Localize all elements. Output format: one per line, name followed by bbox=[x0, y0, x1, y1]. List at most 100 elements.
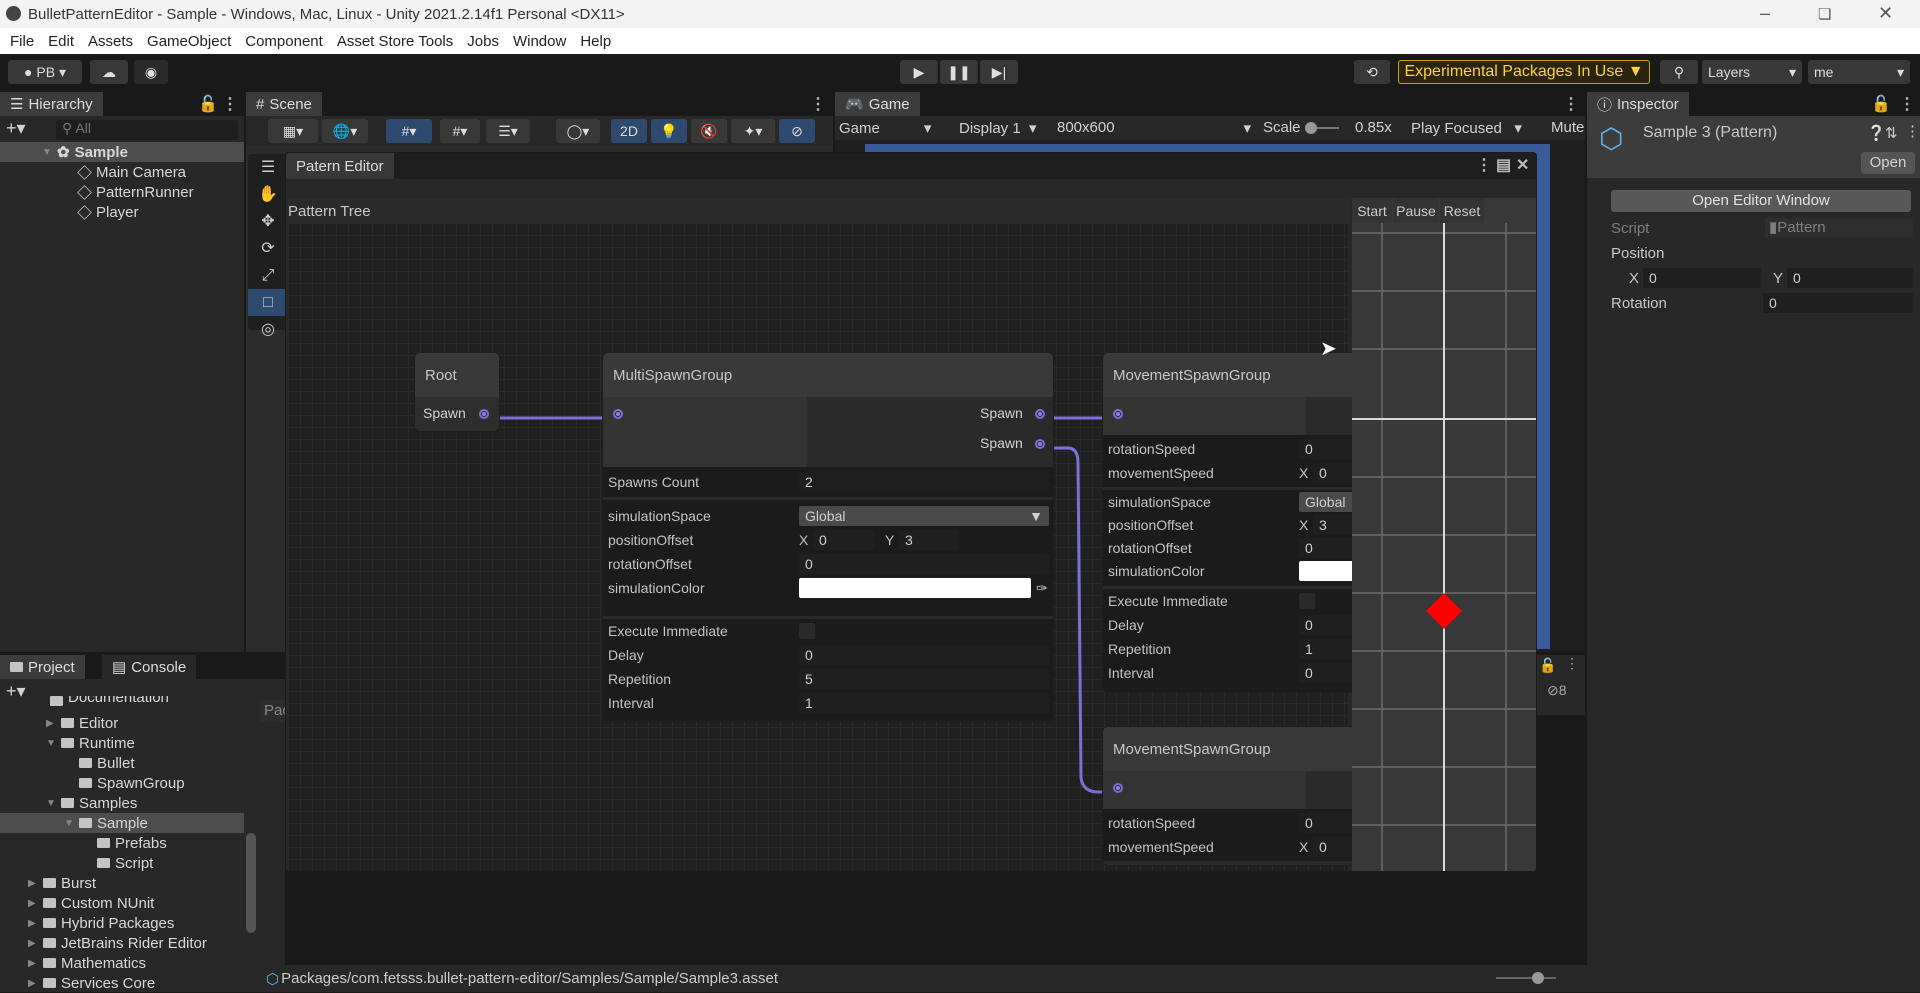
input-port[interactable] bbox=[1113, 783, 1123, 793]
2d-toggle[interactable]: 2D bbox=[611, 119, 647, 143]
lighting-toggle[interactable]: 💡 bbox=[651, 119, 687, 143]
simulation-space-dropdown[interactable]: Global ▼ bbox=[799, 506, 1049, 526]
menu-item-file[interactable]: File bbox=[10, 33, 34, 50]
menu-item-help[interactable]: Help bbox=[580, 33, 611, 50]
project-item[interactable]: Prefabs bbox=[0, 833, 244, 853]
delay-input[interactable]: 0 bbox=[799, 645, 1049, 665]
more-icon[interactable]: ⋮ bbox=[1899, 94, 1915, 114]
expand-arrow-icon[interactable]: ▶ bbox=[28, 958, 38, 969]
project-item[interactable]: ▼ Samples bbox=[0, 793, 244, 813]
pause-button[interactable]: Pause bbox=[1394, 198, 1438, 223]
icon-size-slider[interactable] bbox=[1496, 972, 1556, 984]
eyedropper-icon[interactable]: ✑ bbox=[1036, 580, 1048, 597]
output-port[interactable] bbox=[1035, 409, 1045, 419]
more-icon[interactable]: ⋮ bbox=[1476, 155, 1492, 175]
node-root[interactable]: Root Spawn bbox=[414, 352, 500, 432]
expand-arrow-icon[interactable]: ▼ bbox=[64, 818, 74, 829]
more-icon[interactable]: ⋮ bbox=[1563, 94, 1579, 114]
maximize-icon[interactable]: ▤ bbox=[1496, 155, 1511, 175]
resolution-dropdown[interactable]: 800x600 ▾ bbox=[1057, 119, 1251, 137]
draw-mode-dropdown[interactable]: ▦▾ bbox=[268, 119, 318, 143]
tab-pattern-editor[interactable]: Patern Editor bbox=[286, 153, 394, 179]
slider-handle[interactable] bbox=[1532, 972, 1544, 984]
help-icon[interactable]: ❔ bbox=[1867, 124, 1886, 142]
tab-console[interactable]: ▤ Console bbox=[102, 655, 197, 679]
grid-snap-dropdown[interactable]: #▾ bbox=[386, 119, 432, 143]
execute-immediate-checkbox[interactable] bbox=[799, 623, 815, 639]
scrollbar-thumb[interactable] bbox=[246, 833, 256, 933]
menu-item-gameobject[interactable]: GameObject bbox=[147, 33, 231, 50]
expand-arrow-icon[interactable]: ▶ bbox=[28, 918, 38, 929]
menu-item-assets[interactable]: Assets bbox=[88, 33, 133, 50]
tab-inspector[interactable]: ⓘ Inspector bbox=[1587, 92, 1689, 116]
graph-canvas[interactable]: Root Spawn MultiSpawnGroup Spawn Spawn S… bbox=[288, 223, 1362, 871]
preset-icon[interactable]: ⇅ bbox=[1885, 124, 1898, 142]
project-item[interactable]: ▶ Editor bbox=[0, 713, 244, 733]
play-mode-dropdown[interactable]: Play Focused ▾ bbox=[1411, 119, 1522, 137]
node-multi-spawn-group[interactable]: MultiSpawnGroup Spawn Spawn Spawns Count… bbox=[602, 352, 1054, 722]
menu-item-edit[interactable]: Edit bbox=[48, 33, 74, 50]
input-port[interactable] bbox=[613, 409, 623, 419]
script-field[interactable]: ▮Pattern bbox=[1765, 218, 1913, 238]
tab-project[interactable]: Project bbox=[0, 655, 85, 679]
add-button[interactable]: +▾ bbox=[6, 681, 26, 702]
layout-dropdown[interactable]: me ▾ bbox=[1808, 60, 1910, 84]
position-x-input[interactable]: 0 bbox=[1643, 268, 1761, 288]
expand-arrow-icon[interactable]: ▶ bbox=[46, 718, 56, 729]
tab-hierarchy[interactable]: ☰ Hierarchy bbox=[0, 92, 103, 116]
lock-icon[interactable]: 🔓 bbox=[198, 94, 218, 114]
layers-dropdown[interactable]: Layers ▾ bbox=[1702, 60, 1802, 84]
game-view-dropdown[interactable]: Game ▾ bbox=[839, 119, 931, 137]
project-scrollbar[interactable] bbox=[246, 705, 256, 985]
minimize-icon[interactable]: – bbox=[1760, 3, 1770, 24]
start-button[interactable]: Start bbox=[1352, 198, 1392, 223]
tab-game[interactable]: 🎮 Game bbox=[835, 92, 920, 116]
simulation-color-field[interactable] bbox=[799, 578, 1031, 598]
menu-item-component[interactable]: Component bbox=[245, 33, 323, 50]
hierarchy-item[interactable]: Main Camera bbox=[77, 162, 186, 182]
hierarchy-item[interactable]: PatternRunner bbox=[77, 182, 194, 202]
rect-tool-icon[interactable]: □ bbox=[248, 289, 288, 316]
close-icon[interactable]: ✕ bbox=[1516, 155, 1529, 175]
rotation-input[interactable]: 0 bbox=[1763, 293, 1913, 313]
spawns-count-input[interactable]: 2 bbox=[799, 472, 1049, 492]
lock-icon[interactable]: 🔓 bbox=[1871, 94, 1891, 114]
cloud-button[interactable]: ☁ bbox=[90, 60, 128, 84]
interval-input[interactable]: 1 bbox=[799, 693, 1049, 713]
open-button[interactable]: Open bbox=[1861, 152, 1915, 174]
menu-item-window[interactable]: Window bbox=[513, 33, 566, 50]
hidden-packages-count[interactable]: ⊘8 bbox=[1547, 682, 1567, 699]
project-item-partial[interactable]: Documentation bbox=[50, 696, 169, 706]
grid-dropdown[interactable]: ☰▾ bbox=[486, 119, 530, 143]
rotation-offset-input[interactable]: 0 bbox=[799, 554, 1049, 574]
close-icon[interactable]: ✕ bbox=[1878, 3, 1893, 24]
project-item[interactable]: ▶ Services Core bbox=[0, 973, 244, 993]
project-item[interactable]: ▼ Runtime bbox=[0, 733, 244, 753]
expand-arrow-icon[interactable]: ▶ bbox=[28, 938, 38, 949]
more-icon[interactable]: ⋮ bbox=[1905, 122, 1920, 140]
project-item[interactable]: ▶ Hybrid Packages bbox=[0, 913, 244, 933]
position-y-input[interactable]: 0 bbox=[1787, 268, 1913, 288]
menu-item-jobs[interactable]: Jobs bbox=[467, 33, 499, 50]
add-button[interactable]: +▾ bbox=[6, 118, 26, 139]
node-movement-spawn-group[interactable]: MovementSpawnGroup rotationSpeed 0 moveme… bbox=[1102, 352, 1362, 693]
global-dropdown[interactable]: 🌐▾ bbox=[322, 119, 368, 143]
expand-arrow-icon[interactable]: ▶ bbox=[28, 878, 38, 889]
search-button[interactable]: ⚲ bbox=[1660, 60, 1698, 84]
output-port[interactable] bbox=[1035, 439, 1045, 449]
collab-button[interactable]: ◉ bbox=[134, 60, 168, 84]
open-editor-window-button[interactable]: Open Editor Window bbox=[1611, 190, 1911, 212]
pause-button[interactable]: ❚❚ bbox=[940, 60, 978, 84]
rotate-tool-icon[interactable]: ⟳ bbox=[248, 235, 288, 262]
input-port[interactable] bbox=[1113, 409, 1123, 419]
scale-tool-icon[interactable]: ⤢ bbox=[248, 262, 288, 289]
expand-arrow-icon[interactable]: ▼ bbox=[46, 738, 56, 749]
hierarchy-item[interactable]: Player bbox=[77, 202, 139, 222]
project-item[interactable]: SpawnGroup bbox=[0, 773, 244, 793]
audio-toggle[interactable]: 🔇 bbox=[691, 119, 727, 143]
more-icon[interactable]: ⋮ bbox=[222, 94, 238, 114]
position-offset-x-input[interactable]: 0 bbox=[813, 530, 875, 550]
reset-button[interactable]: Reset bbox=[1440, 198, 1484, 223]
node-movement-spawn-group[interactable]: MovementSpawnGroup rotationSpeed 0 moveme… bbox=[1102, 726, 1362, 866]
slider-handle[interactable] bbox=[1305, 122, 1317, 134]
